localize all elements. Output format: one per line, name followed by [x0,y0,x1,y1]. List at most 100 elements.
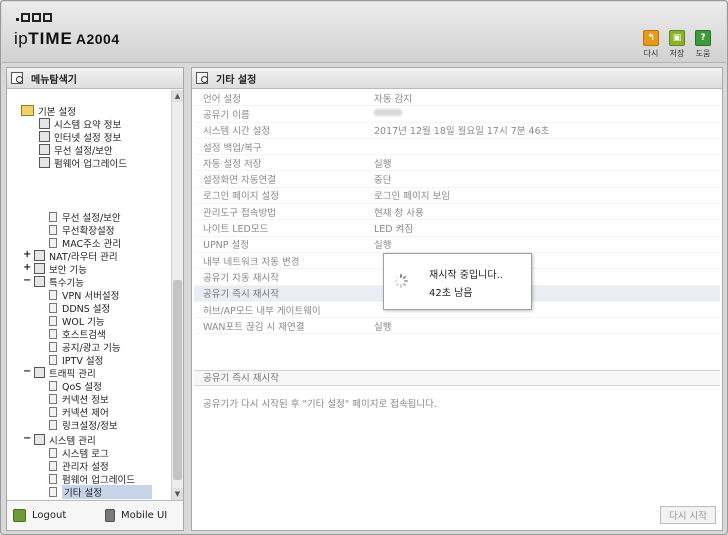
setting-row-night-led[interactable]: 나이트 LED모드 LED 켜짐 [194,220,720,237]
page-icon [49,328,57,339]
collapse-special-toggle[interactable]: − [23,275,31,286]
tree-item-wol[interactable]: WOL 기능 [49,314,105,328]
tree-label: 관리자 설정 [62,461,109,473]
setting-row-auto-connect[interactable]: 설정화면 자동연결 중단 [194,171,720,188]
iptime-logo-mark [16,12,52,22]
setting-key: 관리도구 접속방법 [203,207,276,219]
tree-item-system-log[interactable]: 시스템 로그 [49,446,109,460]
setting-row-language[interactable]: 언어 설정 자동 감지 [194,90,720,107]
expand-nat-toggle[interactable]: + [23,249,31,260]
setting-row-wan-reconnect[interactable]: WAN포트 끊김 시 재연결 실행 [194,318,720,335]
tree-item-vpn[interactable]: VPN 서버설정 [49,288,119,302]
tree-group-traffic[interactable]: 트래픽 관리 [34,366,96,380]
scroll-up-arrow-icon[interactable]: ▲ [172,90,183,102]
brand-bold: TIME [28,29,73,48]
restart-status-text: 재시작 중입니다.. [429,270,503,281]
tree-item-host-search[interactable]: 호스트검색 [49,327,106,341]
tree-label: 커넥션 정보 [62,394,109,406]
page-icon [49,473,57,484]
tree-folder-basic[interactable]: 기본 설정 [21,104,76,118]
tree-item-internet-settings[interactable]: 인터넷 설정 정보 [39,130,121,144]
tree-label: DDNS 설정 [62,303,111,315]
setting-row-login-page[interactable]: 로그인 페이지 설정 로그인 페이지 보임 [194,188,720,205]
expand-security-toggle[interactable]: + [23,262,31,273]
mobile-ui-button[interactable]: Mobile UI [105,509,167,522]
tree-item-ddns[interactable]: DDNS 설정 [49,301,111,315]
tree-item-connection-info[interactable]: 커넥션 정보 [49,392,109,406]
tree-item-wireless-security[interactable]: 무선 설정/보안 [39,143,113,157]
window-icon [196,72,208,84]
menu-tree: 기본 설정 시스템 요약 정보 인터넷 설정 정보 무선 설정/보안 펌웨어 업… [7,90,183,500]
tree-label: 무선확장설정 [62,225,115,237]
restart-button[interactable]: 다시 시작 [660,506,716,524]
tree-item-mac-management[interactable]: MAC주소 관리 [49,236,121,250]
setting-value: 실행 [374,158,392,170]
tree-label: 트래픽 관리 [49,368,96,380]
tree-item-misc-settings[interactable]: 기타 설정 [49,484,152,499]
setting-row-upnp[interactable]: UPNP 설정 실행 [194,237,720,253]
collapse-system-toggle[interactable]: − [23,433,31,444]
traffic-icon [34,367,45,378]
refresh-button[interactable]: ↰ 다시 [642,30,660,59]
tree-label: 무선 설정/보안 [54,145,113,157]
tree-item-firmware[interactable]: 펌웨어 업그레이드 [49,472,135,486]
page-icon [49,380,57,391]
tree-item-wireless[interactable]: 무선 설정/보안 [49,210,121,224]
page-icon [49,341,57,352]
refresh-label: 다시 [643,49,659,58]
tree-label: 보안 기능 [49,264,87,276]
tree-label: NAT/라우터 관리 [49,251,118,263]
tree-item-firmware-upgrade[interactable]: 펌웨어 업그레이드 [39,156,127,170]
tree-item-qos[interactable]: QoS 설정 [49,379,102,393]
setting-value: 중단 [374,175,392,187]
tree-label: 특수기능 [49,277,84,289]
tree-label: 펌웨어 업그레이드 [62,474,135,486]
setting-row-auto-save[interactable]: 자동 설정 저장 실행 [194,155,720,172]
setting-key: 시스템 시간 설정 [203,126,271,138]
scroll-down-arrow-icon[interactable]: ▼ [172,488,183,500]
tree-item-admin-settings[interactable]: 관리자 설정 [49,459,109,473]
setting-row-router-name[interactable]: 공유기 이름 [194,106,720,123]
restart-progress-dialog: 재시작 중입니다.. 42초 남음 [383,253,532,310]
menu-explorer-title: 메뉴탐색기 [31,74,77,86]
setting-value: 2017년 12월 18일 월요일 17시 7분 46초 [374,126,550,138]
misc-settings-title: 기타 설정 [216,74,257,86]
logout-button[interactable]: Logout [13,509,66,522]
save-button[interactable]: ▣ 저장 [668,30,686,59]
tree-item-connection-control[interactable]: 커넥션 제어 [49,405,109,419]
setting-row-access-method[interactable]: 관리도구 접속방법 현재 창 사용 [194,204,720,221]
setting-value-blurred [374,108,402,119]
page-icon [49,237,57,248]
page-icon [49,393,57,404]
logout-label: Logout [32,510,67,521]
lock-icon [34,263,45,274]
tree-item-system-summary[interactable]: 시스템 요약 정보 [39,117,121,131]
save-icon: ▣ [669,30,685,46]
tree-item-notice[interactable]: 공지/광고 기능 [49,340,121,354]
setting-row-system-time[interactable]: 시스템 시간 설정 2017년 12월 18일 월요일 17시 7분 46초 [194,123,720,139]
setting-value: 로그인 페이지 보임 [374,191,450,203]
setting-key: 설정 백업/복구 [203,142,262,154]
help-button[interactable]: ? 도움 [694,30,712,59]
tree-group-nat-router[interactable]: NAT/라우터 관리 [34,249,118,263]
page-icon [49,406,57,417]
collapse-traffic-toggle[interactable]: − [23,366,31,377]
help-icon: ? [695,30,711,46]
tree-item-link-settings[interactable]: 링크설정/정보 [49,418,118,432]
internet-icon [39,131,50,142]
mobile-icon [105,509,115,522]
misc-settings-header: 기타 설정 [192,68,722,89]
setting-key: 공유기 자동 재시작 [203,272,279,284]
page-icon [49,447,57,458]
tree-group-special[interactable]: 특수기능 [34,275,84,289]
tree-group-system[interactable]: 시스템 관리 [34,433,96,447]
tree-item-iptv[interactable]: IPTV 설정 [49,353,103,367]
tree-item-wireless-extension[interactable]: 무선확장설정 [49,223,115,237]
setting-row-backup[interactable]: 설정 백업/복구 [194,139,720,156]
menu-scrollbar[interactable]: ▲ ▼ [171,90,183,500]
setting-key: 나이트 LED모드 [203,224,269,236]
scroll-thumb[interactable] [173,280,182,480]
brand-logo: ipTIME A2004 [14,29,120,49]
tree-group-security[interactable]: 보안 기능 [34,262,87,276]
tree-label: 무선 설정/보안 [62,212,121,224]
